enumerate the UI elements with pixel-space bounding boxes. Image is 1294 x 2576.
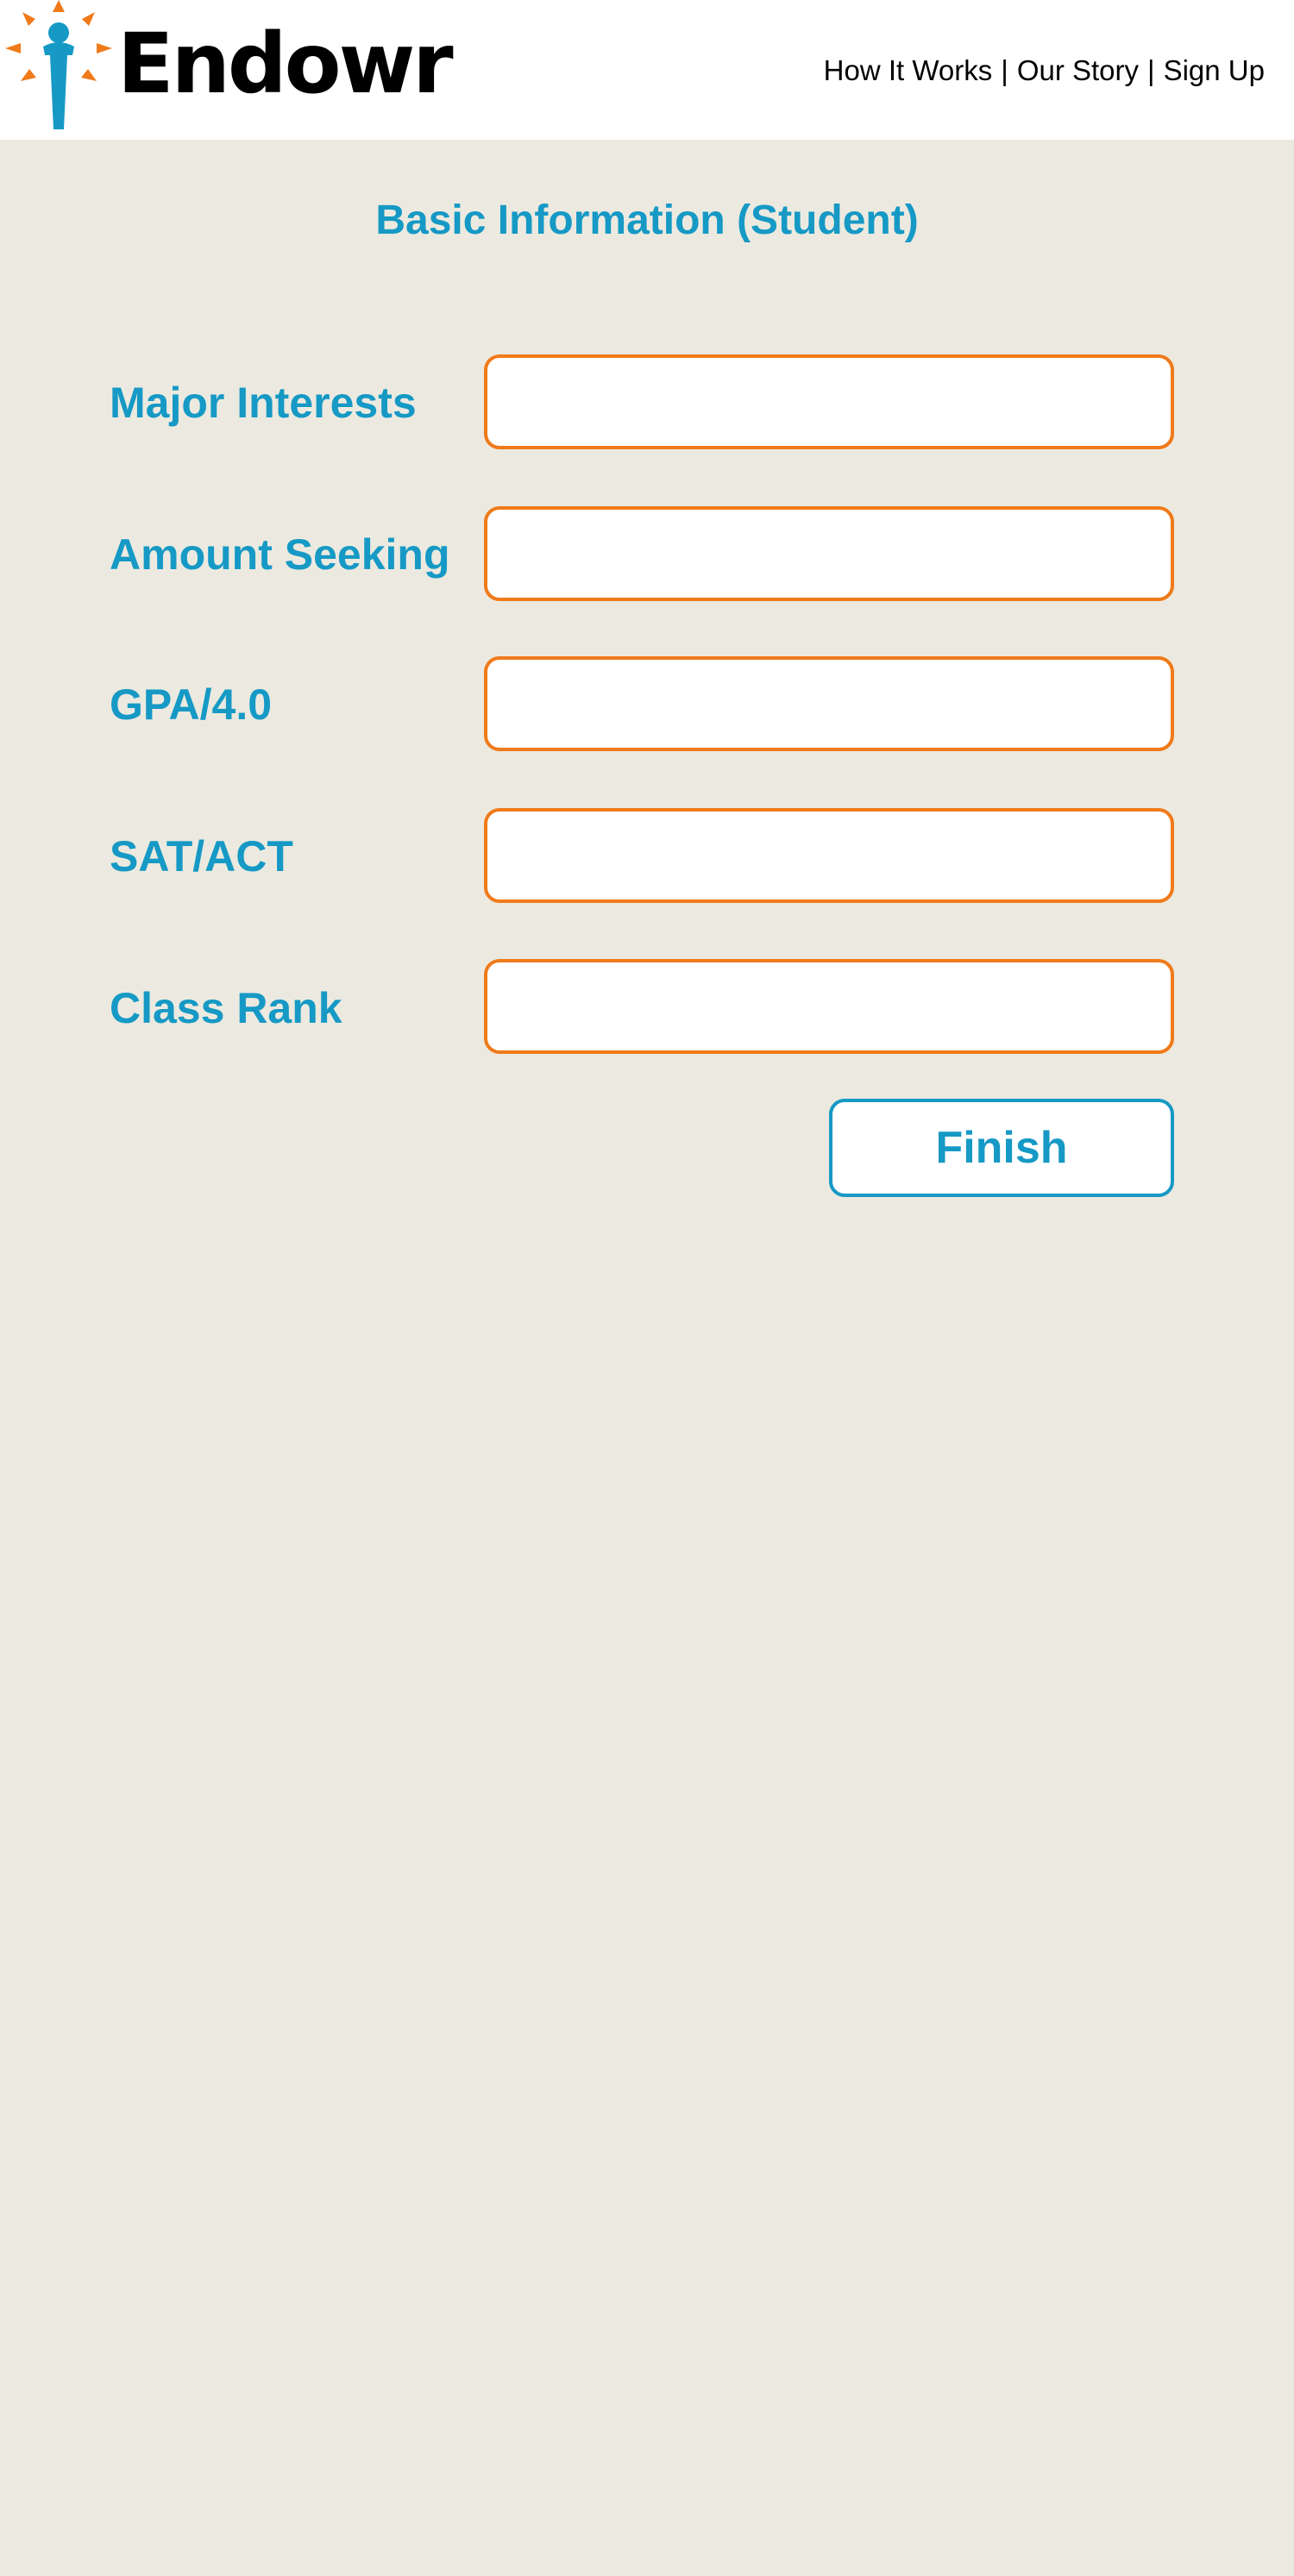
finish-button[interactable]: Finish: [829, 1099, 1174, 1197]
class-rank-input[interactable]: [484, 959, 1174, 1054]
sat-act-label: SAT/ACT: [110, 832, 293, 881]
major-interests-input[interactable]: [484, 354, 1174, 449]
major-interests-label: Major Interests: [110, 379, 417, 427]
brand-wordmark[interactable]: Endowr: [117, 12, 454, 116]
page-title: Basic Information (Student): [375, 197, 919, 243]
gpa-input[interactable]: [484, 656, 1174, 751]
nav-how-it-works[interactable]: How It Works: [824, 54, 993, 86]
nav-separator: |: [1147, 54, 1155, 86]
class-rank-label: Class Rank: [110, 984, 342, 1032]
header-bar: Endowr How It Works | Our Story | Sign Up: [0, 0, 1294, 140]
nav-sign-up[interactable]: Sign Up: [1164, 54, 1265, 86]
gpa-label: GPA/4.0: [110, 680, 273, 729]
torch-figure-icon[interactable]: [5, 0, 112, 131]
amount-seeking-label: Amount Seeking: [110, 530, 450, 579]
amount-seeking-input[interactable]: [484, 506, 1174, 601]
top-nav: How It Works | Our Story | Sign Up: [824, 50, 1265, 91]
nav-separator: |: [1001, 54, 1008, 86]
sat-act-input[interactable]: [484, 808, 1174, 903]
nav-our-story[interactable]: Our Story: [1017, 54, 1139, 86]
